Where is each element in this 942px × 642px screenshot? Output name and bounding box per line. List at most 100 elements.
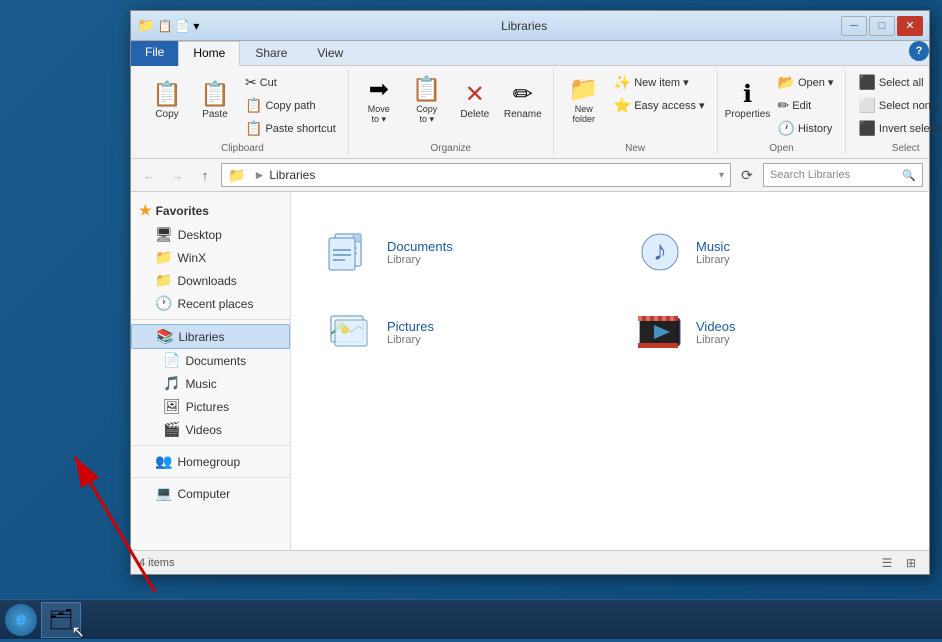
new-item-icon: ✨ [614,74,631,91]
invert-icon: ⬛ [858,120,875,137]
open-label: Open ▾ [798,76,834,89]
star-icon: ★ [139,202,152,219]
computer-icon: 💻 [155,485,172,502]
close-button[interactable]: ✕ [897,16,923,36]
homegroup-label: Homegroup [177,455,240,469]
view-details-button[interactable]: ☰ [877,554,897,572]
new-folder-button[interactable]: 📁 New folder [562,72,606,130]
edit-button[interactable]: ✏ Edit [774,95,838,116]
sidebar-item-desktop[interactable]: 🖥 Desktop [131,223,290,246]
music-name: Music [696,239,730,254]
downloads-icon: 📁 [155,272,172,289]
new-item-button[interactable]: ✨ New item ▾ [610,72,709,93]
sidebar-homegroup[interactable]: 👥 Homegroup [131,450,290,473]
minimize-button[interactable]: ─ [841,16,867,36]
cut-label: Cut [260,77,277,89]
back-button[interactable]: ← [137,163,161,187]
select-all-label: Select all [879,77,924,89]
tab-home[interactable]: Home [178,41,240,66]
documents-info: Documents Library [387,239,453,266]
sidebar-item-downloads[interactable]: 📁 Downloads [131,269,290,292]
invert-selection-button[interactable]: ⬛ Invert selection [854,118,942,139]
clipboard-content: 📋 Copy 📋 Paste ✂ Cut [145,70,340,141]
ie-button[interactable]: e [5,604,37,636]
properties-button[interactable]: ℹ Properties [726,72,770,130]
sidebar-divider-2 [131,445,290,446]
paste-shortcut-button[interactable]: 📋 Paste shortcut [241,118,340,139]
select-col: ⬛ Select all ⬜ Select none ⬛ Invert sele… [854,72,942,139]
new-small-col: ✨ New item ▾ ⭐ Easy access ▾ [610,72,709,116]
view-tiles-button[interactable]: ⊞ [901,554,921,572]
open-label: Open [769,143,793,154]
pictures-large-icon [327,308,375,356]
sidebar-item-music[interactable]: 🎵 Music [131,372,290,395]
videos-large-icon [636,308,684,356]
select-all-button[interactable]: ⬛ Select all [854,72,942,93]
select-none-label: Select none [879,100,937,112]
clipboard-label: Clipboard [221,143,264,154]
title-bar-controls: ─ □ ✕ [841,16,923,36]
copy-to-button[interactable]: 📋 Copy to ▾ [405,72,449,130]
homegroup-icon: 👥 [155,453,172,470]
library-item-music[interactable]: ♪ Music Library [630,222,899,282]
paste-button[interactable]: 📋 Paste [193,72,237,130]
favorites-label: Favorites [156,204,209,218]
forward-button[interactable]: → [165,163,189,187]
sidebar-item-recent[interactable]: 🕐 Recent places [131,292,290,315]
sidebar-item-winx[interactable]: 📁 WinX [131,246,290,269]
sidebar-favorites-header[interactable]: ★ Favorites [131,198,290,223]
recent-label: Recent places [177,297,253,311]
title-icon-4: ▾ [193,19,199,33]
sidebar-libraries-header[interactable]: 📚 Libraries [131,324,290,349]
library-item-pictures[interactable]: Pictures Library [321,302,590,362]
select-all-icon: ⬛ [858,74,875,91]
delete-button[interactable]: ✕ Delete [453,72,497,130]
svg-text:♪: ♪ [653,235,667,266]
select-label: Select [892,143,920,154]
maximize-button[interactable]: □ [869,16,895,36]
music-large-icon: ♪ [636,228,684,276]
tab-view[interactable]: View [302,41,358,65]
ribbon-group-organize: ➡ Move to ▾ 📋 Copy to ▾ ✕ Delete ✏ [349,70,554,154]
copy-button[interactable]: 📋 Copy [145,72,189,130]
explorer-taskbar-icon: 🗂 [48,607,73,632]
open-button[interactable]: 📂 Open ▾ [774,72,838,93]
library-item-videos[interactable]: Videos Library [630,302,899,362]
tab-share[interactable]: Share [240,41,302,65]
videos-type: Library [696,334,736,346]
copy-path-button[interactable]: 📋 Copy path [241,95,340,116]
tab-file[interactable]: File [131,41,178,66]
cut-button[interactable]: ✂ Cut [241,72,340,93]
breadcrumb: 📁 ► Libraries [228,167,315,184]
library-item-documents[interactable]: Documents Library [321,222,590,282]
address-dropdown-icon[interactable]: ▾ [719,170,724,181]
refresh-button[interactable]: ⟳ [735,163,759,187]
easy-access-button[interactable]: ⭐ Easy access ▾ [610,95,709,116]
documents-label: Documents [185,354,246,368]
history-button[interactable]: 🕐 History [774,118,838,139]
paste-shortcut-icon: 📋 [245,120,262,137]
open-small-col: 📂 Open ▾ ✏ Edit 🕐 History [774,72,838,139]
easy-access-icon: ⭐ [614,97,631,114]
libraries-icon: 📚 [156,328,173,345]
sidebar-item-documents[interactable]: 📄 Documents [131,349,290,372]
title-icon-3: 📄 [175,19,190,33]
sidebar-item-pictures[interactable]: 🖼 Pictures [131,395,290,418]
move-to-button[interactable]: ➡ Move to ▾ [357,72,401,130]
address-bar[interactable]: 📁 ► Libraries ▾ [221,163,731,187]
search-box[interactable]: Search Libraries 🔍 [763,163,923,187]
select-none-button[interactable]: ⬜ Select none [854,95,942,116]
invert-label: Invert selection [879,123,942,135]
content-area: Documents Library ♪ Mus [291,192,929,550]
ribbon-group-open: ℹ Properties 📂 Open ▾ ✏ Edit [718,70,847,154]
sidebar-item-videos[interactable]: 🎬 Videos [131,418,290,441]
taskbar-explorer-button[interactable]: 🗂 ↖ [41,602,81,638]
ribbon-tabs: File Home Share View ? [131,41,929,66]
edit-label: Edit [792,100,811,112]
up-button[interactable]: ↑ [193,163,217,187]
help-button[interactable]: ? [909,41,929,61]
documents-large-icon [327,228,375,276]
sidebar-computer[interactable]: 💻 Computer [131,482,290,505]
new-content: 📁 New folder ✨ New item ▾ ⭐ Easy access … [562,70,709,141]
rename-button[interactable]: ✏ Rename [501,72,545,130]
